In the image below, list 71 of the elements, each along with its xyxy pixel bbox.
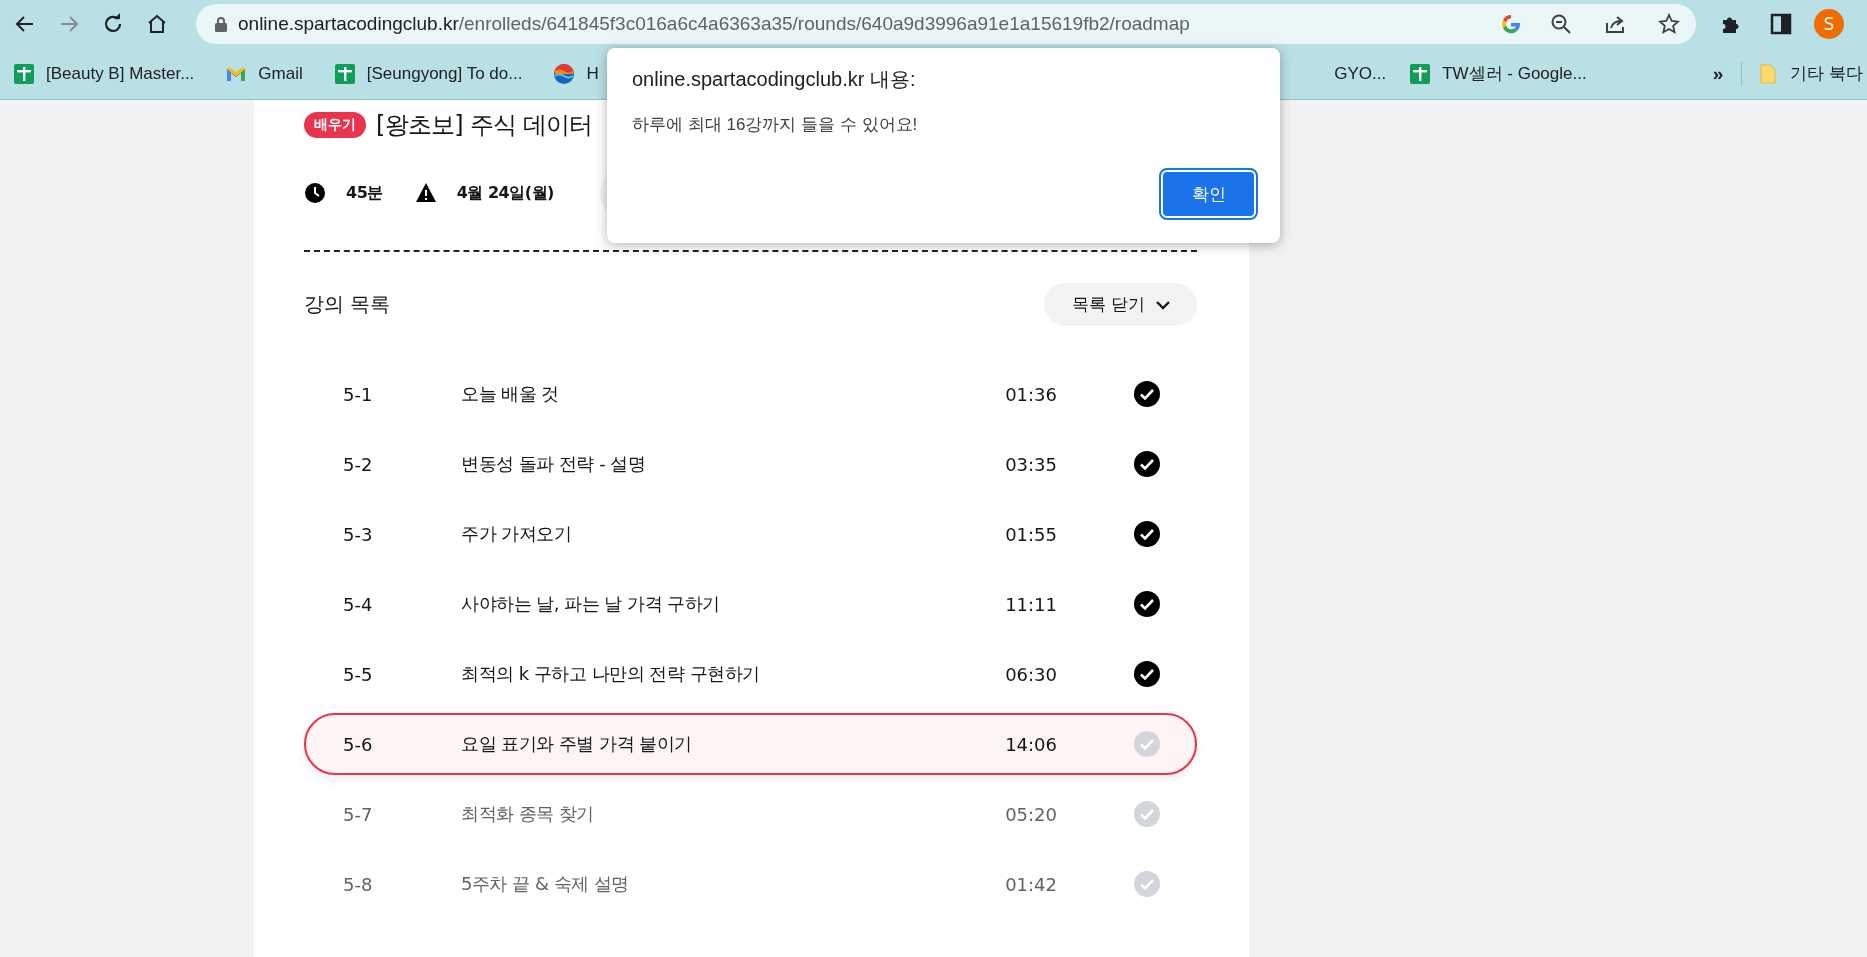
clock-icon: [304, 182, 326, 204]
lesson-duration: 01:42: [1004, 873, 1057, 895]
lock-icon: [214, 16, 228, 32]
sheets-icon: [14, 63, 34, 84]
lesson-title: 오늘 배울 것: [461, 382, 560, 406]
duration-text: 45분: [346, 182, 383, 204]
bookmark-label: TW셀러 - Google...: [1442, 63, 1587, 85]
lesson-title: 5주차 끝 & 숙제 설명: [461, 872, 630, 896]
address-bar[interactable]: online.spartacodingclub.kr/enrolleds/641845f3c016a6c4a6363a35/rounds/640a9d3996a91e1a15619fb2/roadmap: [196, 4, 1696, 44]
dialog-title: online.spartacodingclub.kr 내용:: [632, 67, 917, 92]
warning-icon: [414, 182, 437, 204]
lesson-title: 주가 가져오기: [461, 522, 573, 546]
bookmark[interactable]: H: [546, 59, 607, 88]
bookmark-label: H: [586, 63, 599, 84]
lesson-number: 5-1: [343, 383, 374, 405]
lesson-duration: 01:55: [1004, 523, 1057, 545]
share-icon[interactable]: [1604, 13, 1626, 35]
lesson-duration: 01:36: [1004, 383, 1057, 405]
lesson-number: 5-5: [343, 663, 374, 685]
lesson-title: 사야하는 날, 파는 날 가격 구하기: [461, 592, 721, 616]
lesson-row[interactable]: 5-4 사야하는 날, 파는 날 가격 구하기 11:11: [304, 573, 1197, 635]
lesson-row[interactable]: 5-5 최적의 k 구하고 나만의 전략 구현하기 06:30: [304, 643, 1197, 705]
lesson-duration: 11:11: [1004, 593, 1057, 615]
bookmark[interactable]: TW셀러 - Google...: [1402, 58, 1595, 89]
lesson-duration: 03:35: [1004, 453, 1057, 475]
globe-icon: [554, 63, 575, 84]
dialog-message: 하루에 최대 16강까지 들을 수 있어요!: [632, 114, 919, 136]
lesson-title: 요일 표기와 주별 가격 붙이기: [461, 732, 693, 756]
folder-icon: [1758, 63, 1779, 84]
url-text: online.spartacodingclub.kr/enrolleds/641845f3c016a6c4a6363a35/rounds/640a9d3996a91e1a15619fb2/roadmap: [238, 13, 1191, 35]
lesson-row[interactable]: 5-7 최적화 종목 찾기 05:20: [304, 783, 1197, 845]
side-panel-icon[interactable]: [1770, 13, 1792, 35]
lesson-number: 5-8: [343, 873, 374, 895]
lesson-number: 5-2: [343, 453, 374, 475]
learn-badge: 배우기: [304, 112, 366, 138]
lesson-duration: 05:20: [1004, 803, 1057, 825]
lesson-number: 5-7: [343, 803, 374, 825]
bookmark-label: [Seungyong] To do...: [366, 63, 523, 84]
zoom-out-icon[interactable]: [1550, 13, 1572, 35]
sheets-icon: [334, 63, 355, 84]
lesson-duration: 14:06: [1004, 733, 1057, 755]
bookmark-folder[interactable]: 기타 북다: [1750, 58, 1867, 89]
lesson-duration: 06:30: [1004, 663, 1057, 685]
lesson-number: 5-4: [343, 593, 374, 615]
star-icon[interactable]: [1658, 13, 1680, 35]
bookmark-label: Gmail: [258, 63, 303, 84]
lesson-row[interactable]: 5-1 오늘 배울 것 01:36: [304, 363, 1197, 425]
bookmark[interactable]: GYO...: [1326, 59, 1395, 88]
course-title: [왕초보] 주식 데이터: [376, 110, 593, 141]
bookmark-label: GYO...: [1334, 63, 1387, 84]
bookmarks-overflow-button[interactable]: »: [1702, 58, 1734, 89]
close-list-button[interactable]: 목록 닫기: [1043, 283, 1197, 326]
bookmark-label: 기타 북다: [1790, 63, 1863, 85]
deadline-text: 4월 24일(월): [456, 182, 554, 204]
bookmark[interactable]: [Beauty B] Master...: [6, 59, 203, 88]
sheets-icon: [1410, 63, 1431, 84]
lesson-number: 5-3: [343, 523, 374, 545]
lesson-title: 최적의 k 구하고 나만의 전략 구현하기: [461, 662, 761, 686]
lesson-title: 변동성 돌파 전략 - 설명: [461, 452, 647, 476]
lesson-row[interactable]: 5-6 요일 표기와 주별 가격 붙이기 14:06: [304, 713, 1197, 775]
lesson-list-heading: 강의 목록: [304, 291, 391, 318]
lesson-title: 최적화 종목 찾기: [461, 802, 595, 826]
lesson-number: 5-6: [343, 733, 374, 755]
bookmark-label: [Beauty B] Master...: [46, 63, 195, 84]
lesson-row[interactable]: 5-2 변동성 돌파 전략 - 설명 03:35: [304, 433, 1197, 495]
lesson-row[interactable]: 5-8 5주차 끝 & 숙제 설명 01:42: [304, 853, 1197, 915]
lesson-row[interactable]: 5-3 주가 가져오기 01:55: [304, 503, 1197, 565]
bookmark[interactable]: [Seungyong] To do...: [326, 59, 531, 88]
bookmark[interactable]: Gmail: [218, 59, 311, 88]
confirm-button[interactable]: 확인: [1161, 170, 1256, 218]
google-icon[interactable]: [1500, 13, 1522, 35]
